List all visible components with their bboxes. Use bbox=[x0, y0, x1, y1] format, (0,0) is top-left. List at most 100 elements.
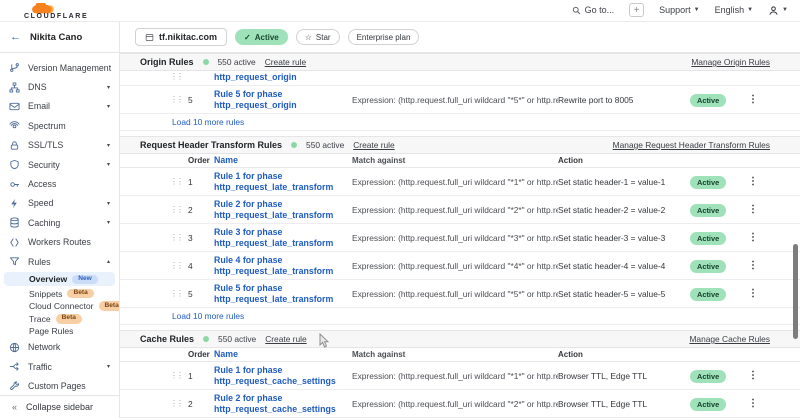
rule-name-link[interactable]: Rule 2 for phasehttp_request_cache_setti… bbox=[214, 393, 352, 415]
kebab-menu-icon[interactable]: ⋮ bbox=[740, 176, 758, 187]
caching-icon bbox=[9, 217, 20, 228]
column-action: Action bbox=[558, 156, 690, 165]
account-header: ← Nikita Cano tf.nikitac.com ✓ Active ☆ … bbox=[0, 22, 800, 53]
kebab-menu-icon[interactable]: ⋮ bbox=[740, 370, 758, 381]
chevron-down-icon: ▾ bbox=[107, 219, 110, 226]
star-button[interactable]: ☆ Star bbox=[296, 29, 340, 45]
rule-name-line1: Rule 3 for phase bbox=[214, 227, 352, 238]
rule-name-link[interactable]: Rule 5 for phasehttp_request_origin bbox=[214, 89, 352, 111]
add-button[interactable]: + bbox=[629, 3, 644, 17]
rule-name-line2: http_request_cache_settings bbox=[214, 376, 352, 387]
rule-name-link[interactable]: Rule 5 for phasehttp_request_late_transf… bbox=[214, 283, 352, 305]
version-management-icon bbox=[9, 62, 20, 73]
sidebar-item-overview[interactable]: OverviewNew bbox=[4, 272, 115, 286]
sidebar-item-trace[interactable]: TraceBeta bbox=[0, 312, 119, 325]
kebab-menu-icon[interactable]: ⋮ bbox=[740, 288, 758, 299]
sidebar-item-security[interactable]: Security▾ bbox=[0, 155, 119, 174]
rule-expression: Expression: (http.request.full_uri wildc… bbox=[352, 177, 558, 187]
user-menu[interactable]: ▼ bbox=[768, 5, 788, 16]
sidebar-item-cloud-connector[interactable]: Cloud ConnectorBeta bbox=[0, 300, 119, 313]
drag-handle-icon[interactable]: ⋮⋮ bbox=[170, 399, 188, 408]
drag-handle-icon[interactable]: ⋮⋮ bbox=[170, 289, 188, 298]
rule-name-line2: http_request_origin bbox=[214, 100, 352, 111]
create-rule-link[interactable]: Create rule bbox=[265, 334, 306, 344]
drag-handle-icon[interactable]: ⋮⋮ bbox=[170, 261, 188, 270]
kebab-menu-icon[interactable]: ⋮ bbox=[740, 204, 758, 215]
sidebar-item-email[interactable]: Email▾ bbox=[0, 97, 119, 116]
goto-search[interactable]: Go to... bbox=[572, 5, 615, 15]
rule-action: Browser TTL, Edge TTL bbox=[558, 371, 690, 381]
kebab-menu-icon[interactable]: ⋮ bbox=[740, 398, 758, 409]
manage-rules-link[interactable]: Manage Cache Rules bbox=[689, 334, 770, 344]
rule-order: 4 bbox=[188, 261, 214, 271]
collapse-sidebar-button[interactable]: « Collapse sidebar bbox=[0, 395, 119, 418]
domain-selector[interactable]: tf.nikitac.com bbox=[135, 28, 227, 46]
sidebar-item-speed[interactable]: Speed▾ bbox=[0, 194, 119, 213]
sidebar-item-version-management[interactable]: Version Management bbox=[0, 58, 119, 77]
column-action: Action bbox=[558, 350, 690, 359]
rule-status: Active bbox=[690, 261, 740, 271]
status-badge: Active bbox=[690, 232, 726, 245]
check-icon: ✓ bbox=[244, 33, 251, 42]
rule-name-line2: http_request_cache_settings bbox=[214, 404, 352, 415]
language-menu[interactable]: English ▼ bbox=[715, 5, 753, 15]
rule-name-link[interactable]: http_request_origin bbox=[214, 72, 352, 83]
rule-name-line2: http_request_late_transform bbox=[214, 294, 352, 305]
sidebar-item-rules[interactable]: Rules▴ bbox=[0, 252, 119, 271]
load-more-link[interactable]: Load 10 more rules bbox=[172, 311, 244, 321]
sidebar-item-label: Traffic bbox=[28, 362, 52, 372]
scrollbar-thumb[interactable] bbox=[793, 244, 798, 339]
sidebar-item-spectrum[interactable]: Spectrum bbox=[0, 116, 119, 135]
drag-handle-icon[interactable]: ⋮⋮ bbox=[170, 95, 188, 104]
sidebar-item-dns[interactable]: DNS▾ bbox=[0, 77, 119, 96]
create-rule-link[interactable]: Create rule bbox=[265, 57, 306, 67]
user-icon bbox=[768, 5, 779, 16]
collapse-icon: « bbox=[12, 402, 17, 412]
sidebar-item-snippets[interactable]: SnippetsBeta bbox=[0, 287, 119, 300]
beta-badge: Beta bbox=[67, 289, 93, 299]
rule-name-line2: http_request_late_transform bbox=[214, 210, 352, 221]
cloudflare-logo[interactable]: CLOUDFLARE bbox=[10, 3, 88, 20]
rule-name-link[interactable]: Rule 3 for phasehttp_request_late_transf… bbox=[214, 227, 352, 249]
drag-handle-icon[interactable]: ⋮⋮ bbox=[170, 177, 188, 186]
sidebar-item-access[interactable]: Access bbox=[0, 174, 119, 193]
active-count: 550 active bbox=[218, 334, 256, 344]
rule-name-link[interactable]: Rule 2 for phasehttp_request_late_transf… bbox=[214, 199, 352, 221]
column-match-against: Match against bbox=[352, 156, 558, 165]
sidebar-item-network[interactable]: Network bbox=[0, 338, 119, 357]
drag-handle-icon[interactable]: ⋮⋮ bbox=[170, 371, 188, 380]
column-match-against: Match against bbox=[352, 350, 558, 359]
back-arrow-icon[interactable]: ← bbox=[10, 31, 21, 43]
rule-expression: Expression: (http.request.full_uri wildc… bbox=[352, 289, 558, 299]
create-rule-link[interactable]: Create rule bbox=[353, 140, 394, 150]
sidebar-item-ssl-tls[interactable]: SSL/TLS▾ bbox=[0, 136, 119, 155]
sidebar-item-label: Version Management bbox=[28, 63, 111, 73]
drag-handle-icon[interactable]: ⋮⋮ bbox=[170, 72, 188, 81]
sidebar-item-custom-pages[interactable]: Custom Pages bbox=[0, 376, 119, 395]
rule-name-link[interactable]: Rule 1 for phasehttp_request_late_transf… bbox=[214, 171, 352, 193]
support-label: Support bbox=[659, 5, 691, 15]
section-title: Cache Rules bbox=[140, 334, 194, 344]
support-menu[interactable]: Support ▼ bbox=[659, 5, 699, 15]
rule-expression: Expression: (http.request.full_uri wildc… bbox=[352, 95, 558, 105]
rule-action: Set static header-1 = value-1 bbox=[558, 177, 690, 187]
rule-order: 1 bbox=[188, 371, 214, 381]
rule-name-link[interactable]: Rule 4 for phasehttp_request_late_transf… bbox=[214, 255, 352, 277]
manage-rules-link[interactable]: Manage Origin Rules bbox=[691, 57, 770, 67]
kebab-menu-icon[interactable]: ⋮ bbox=[740, 94, 758, 105]
kebab-menu-icon[interactable]: ⋮ bbox=[740, 260, 758, 271]
drag-handle-icon[interactable]: ⋮⋮ bbox=[170, 233, 188, 242]
manage-rules-link[interactable]: Manage Request Header Transform Rules bbox=[613, 140, 770, 150]
kebab-menu-icon[interactable]: ⋮ bbox=[740, 232, 758, 243]
drag-handle-icon[interactable]: ⋮⋮ bbox=[170, 205, 188, 214]
sidebar-item-page-rules[interactable]: Page Rules bbox=[0, 325, 119, 338]
load-more-link[interactable]: Load 10 more rules bbox=[172, 117, 244, 127]
rule-name-link[interactable]: Rule 1 for phasehttp_request_cache_setti… bbox=[214, 365, 352, 387]
rule-action: Set static header-3 = value-3 bbox=[558, 233, 690, 243]
sidebar-item-workers-routes[interactable]: Workers Routes bbox=[0, 233, 119, 252]
sidebar-item-caching[interactable]: Caching▾ bbox=[0, 213, 119, 232]
rule-name-line2: http_request_late_transform bbox=[214, 182, 352, 193]
sidebar-item-traffic[interactable]: Traffic▾ bbox=[0, 357, 119, 376]
rule-name-line1: Rule 5 for phase bbox=[214, 283, 352, 294]
sidebar-item-label: Network bbox=[28, 342, 60, 352]
